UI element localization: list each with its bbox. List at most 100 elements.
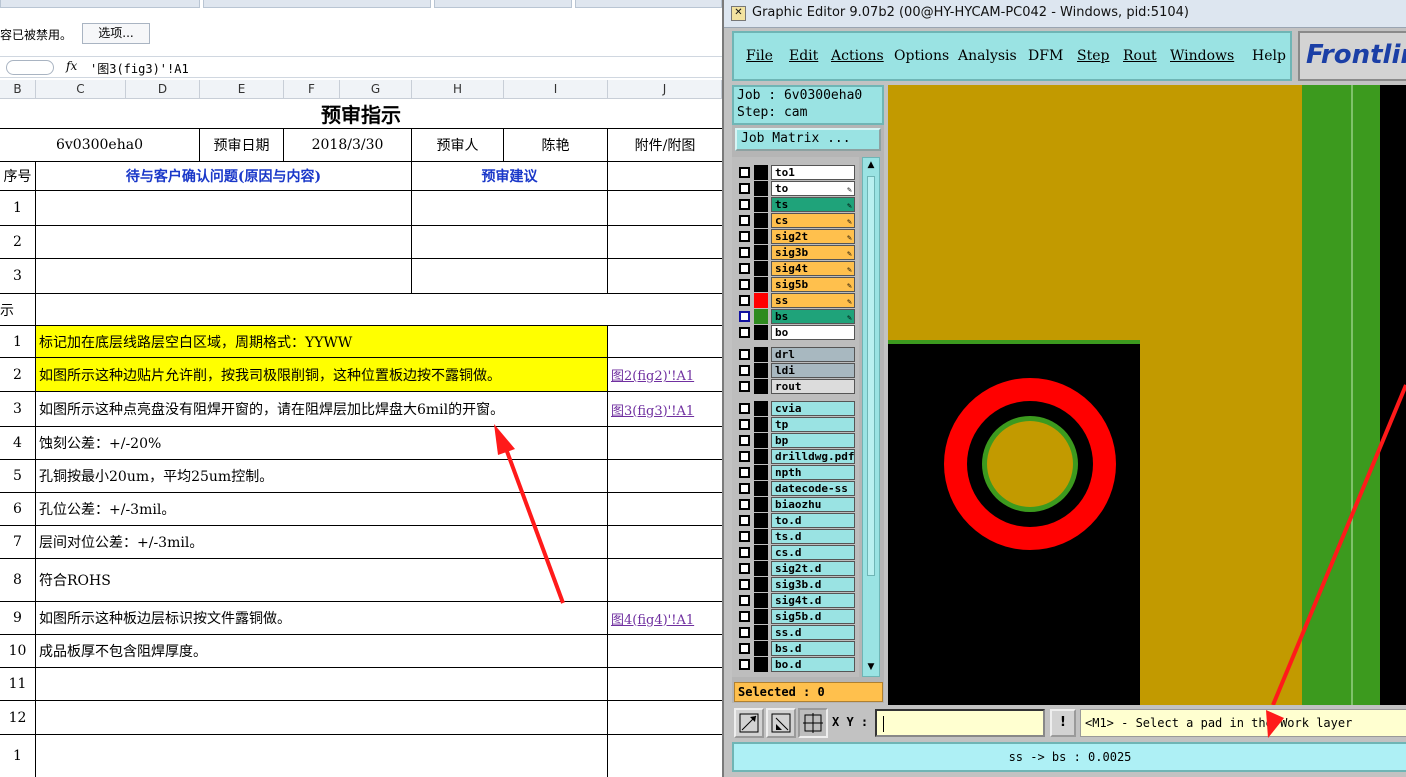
layer-name[interactable]: sig5b ✎ <box>771 277 855 292</box>
layer-color-swatch[interactable] <box>754 577 768 592</box>
layer-name[interactable]: drilldwg.pdf <box>771 449 855 464</box>
menu-step[interactable]: Step <box>1077 48 1109 64</box>
layer-name[interactable]: bo <box>771 325 855 340</box>
alert-button[interactable]: ! <box>1050 709 1076 737</box>
layer-name[interactable]: datecode-ss <box>771 481 855 496</box>
layer-checkbox[interactable] <box>739 611 750 622</box>
menu-help[interactable]: Help <box>1252 48 1286 64</box>
layer-checkbox[interactable] <box>739 215 750 226</box>
layer-name[interactable]: ldi <box>771 363 855 378</box>
layer-color-swatch[interactable] <box>754 261 768 276</box>
layer-row-sig4t-d[interactable]: sig4t.d <box>735 593 855 608</box>
layer-row-bo[interactable]: bo <box>735 325 855 340</box>
layer-row-rout[interactable]: rout <box>735 379 855 394</box>
layer-row-bo-d[interactable]: bo.d <box>735 657 855 672</box>
layer-row-bs-d[interactable]: bs.d <box>735 641 855 656</box>
layer-color-swatch[interactable] <box>754 513 768 528</box>
layer-name[interactable]: cvia <box>771 401 855 416</box>
layer-name[interactable]: sig4t.d <box>771 593 855 608</box>
layer-row-sig3b-d[interactable]: sig3b.d <box>735 577 855 592</box>
layer-row-bs[interactable]: bs ✎ <box>735 309 855 324</box>
layer-color-swatch[interactable] <box>754 481 768 496</box>
menu-actions[interactable]: Actions <box>831 48 884 64</box>
xy-input[interactable] <box>875 709 1045 737</box>
layer-checkbox[interactable] <box>739 327 750 338</box>
layer-row-ss[interactable]: ss ✎ <box>735 293 855 308</box>
layer-name[interactable]: ss ✎ <box>771 293 855 308</box>
layer-row-ss-d[interactable]: ss.d <box>735 625 855 640</box>
layer-color-swatch[interactable] <box>754 417 768 432</box>
snap-grid-icon[interactable] <box>798 708 828 738</box>
layer-color-swatch[interactable] <box>754 277 768 292</box>
layer-color-swatch[interactable] <box>754 245 768 260</box>
layer-row-sig2t-d[interactable]: sig2t.d <box>735 561 855 576</box>
layer-color-swatch[interactable] <box>754 529 768 544</box>
layer-checkbox[interactable] <box>739 167 750 178</box>
layer-checkbox[interactable] <box>739 349 750 360</box>
layer-name[interactable]: biaozhu <box>771 497 855 512</box>
job-matrix-button[interactable]: Job Matrix ... <box>735 128 881 151</box>
layer-color-swatch[interactable] <box>754 325 768 340</box>
layer-checkbox[interactable] <box>739 435 750 446</box>
layer-row-cs[interactable]: cs ✎ <box>735 213 855 228</box>
layer-name[interactable]: sig2t.d <box>771 561 855 576</box>
layer-row-to-d[interactable]: to.d <box>735 513 855 528</box>
layer-color-swatch[interactable] <box>754 625 768 640</box>
layer-name[interactable]: ts ✎ <box>771 197 855 212</box>
layer-name[interactable]: to ✎ <box>771 181 855 196</box>
layer-checkbox[interactable] <box>739 419 750 430</box>
layer-row-cs-d[interactable]: cs.d <box>735 545 855 560</box>
layer-name[interactable]: sig3b ✎ <box>771 245 855 260</box>
layer-row-datecode-ss[interactable]: datecode-ss <box>735 481 855 496</box>
layer-checkbox[interactable] <box>739 595 750 606</box>
layer-checkbox[interactable] <box>739 183 750 194</box>
layer-name[interactable]: bp <box>771 433 855 448</box>
layer-name[interactable]: ss.d <box>771 625 855 640</box>
layer-row-sig5b-d[interactable]: sig5b.d <box>735 609 855 624</box>
layer-checkbox[interactable] <box>739 467 750 478</box>
layer-checkbox[interactable] <box>739 579 750 590</box>
layer-checkbox[interactable] <box>739 381 750 392</box>
layer-row-drilldwg-pdf[interactable]: drilldwg.pdf <box>735 449 855 464</box>
layer-color-swatch[interactable] <box>754 197 768 212</box>
layer-checkbox[interactable] <box>739 199 750 210</box>
scroll-thumb[interactable] <box>867 176 875 576</box>
layer-name[interactable]: sig2t ✎ <box>771 229 855 244</box>
layer-row-to1[interactable]: to1 <box>735 165 855 180</box>
layer-name[interactable]: ts.d <box>771 529 855 544</box>
layer-checkbox[interactable] <box>739 451 750 462</box>
zoom-area-icon[interactable] <box>766 708 796 738</box>
layer-color-swatch[interactable] <box>754 609 768 624</box>
layer-checkbox[interactable] <box>739 403 750 414</box>
graphics-canvas[interactable] <box>888 85 1406 705</box>
layer-row-npth[interactable]: npth <box>735 465 855 480</box>
layer-row-ts-d[interactable]: ts.d <box>735 529 855 544</box>
layer-name[interactable]: cs ✎ <box>771 213 855 228</box>
layer-color-swatch[interactable] <box>754 379 768 394</box>
layer-name[interactable]: npth <box>771 465 855 480</box>
layer-color-swatch[interactable] <box>754 465 768 480</box>
layer-row-sig4t[interactable]: sig4t ✎ <box>735 261 855 276</box>
layer-checkbox[interactable] <box>739 365 750 376</box>
layer-name[interactable]: bs ✎ <box>771 309 855 324</box>
layer-color-swatch[interactable] <box>754 363 768 378</box>
layer-row-bp[interactable]: bp <box>735 433 855 448</box>
menu-file[interactable]: File <box>746 48 773 64</box>
layer-color-swatch[interactable] <box>754 561 768 576</box>
layer-name[interactable]: to1 <box>771 165 855 180</box>
menu-options[interactable]: Options <box>894 48 949 64</box>
layer-color-swatch[interactable] <box>754 497 768 512</box>
layer-checkbox[interactable] <box>739 263 750 274</box>
layer-checkbox[interactable] <box>739 659 750 670</box>
layer-checkbox[interactable] <box>739 627 750 638</box>
layer-color-swatch[interactable] <box>754 449 768 464</box>
layer-color-swatch[interactable] <box>754 229 768 244</box>
layer-color-swatch[interactable] <box>754 309 768 324</box>
layer-checkbox[interactable] <box>739 499 750 510</box>
layer-checkbox[interactable] <box>739 483 750 494</box>
layer-row-biaozhu[interactable]: biaozhu <box>735 497 855 512</box>
layer-checkbox[interactable] <box>739 531 750 542</box>
layer-row-sig5b[interactable]: sig5b ✎ <box>735 277 855 292</box>
menu-edit[interactable]: Edit <box>789 48 818 64</box>
layer-name[interactable]: rout <box>771 379 855 394</box>
